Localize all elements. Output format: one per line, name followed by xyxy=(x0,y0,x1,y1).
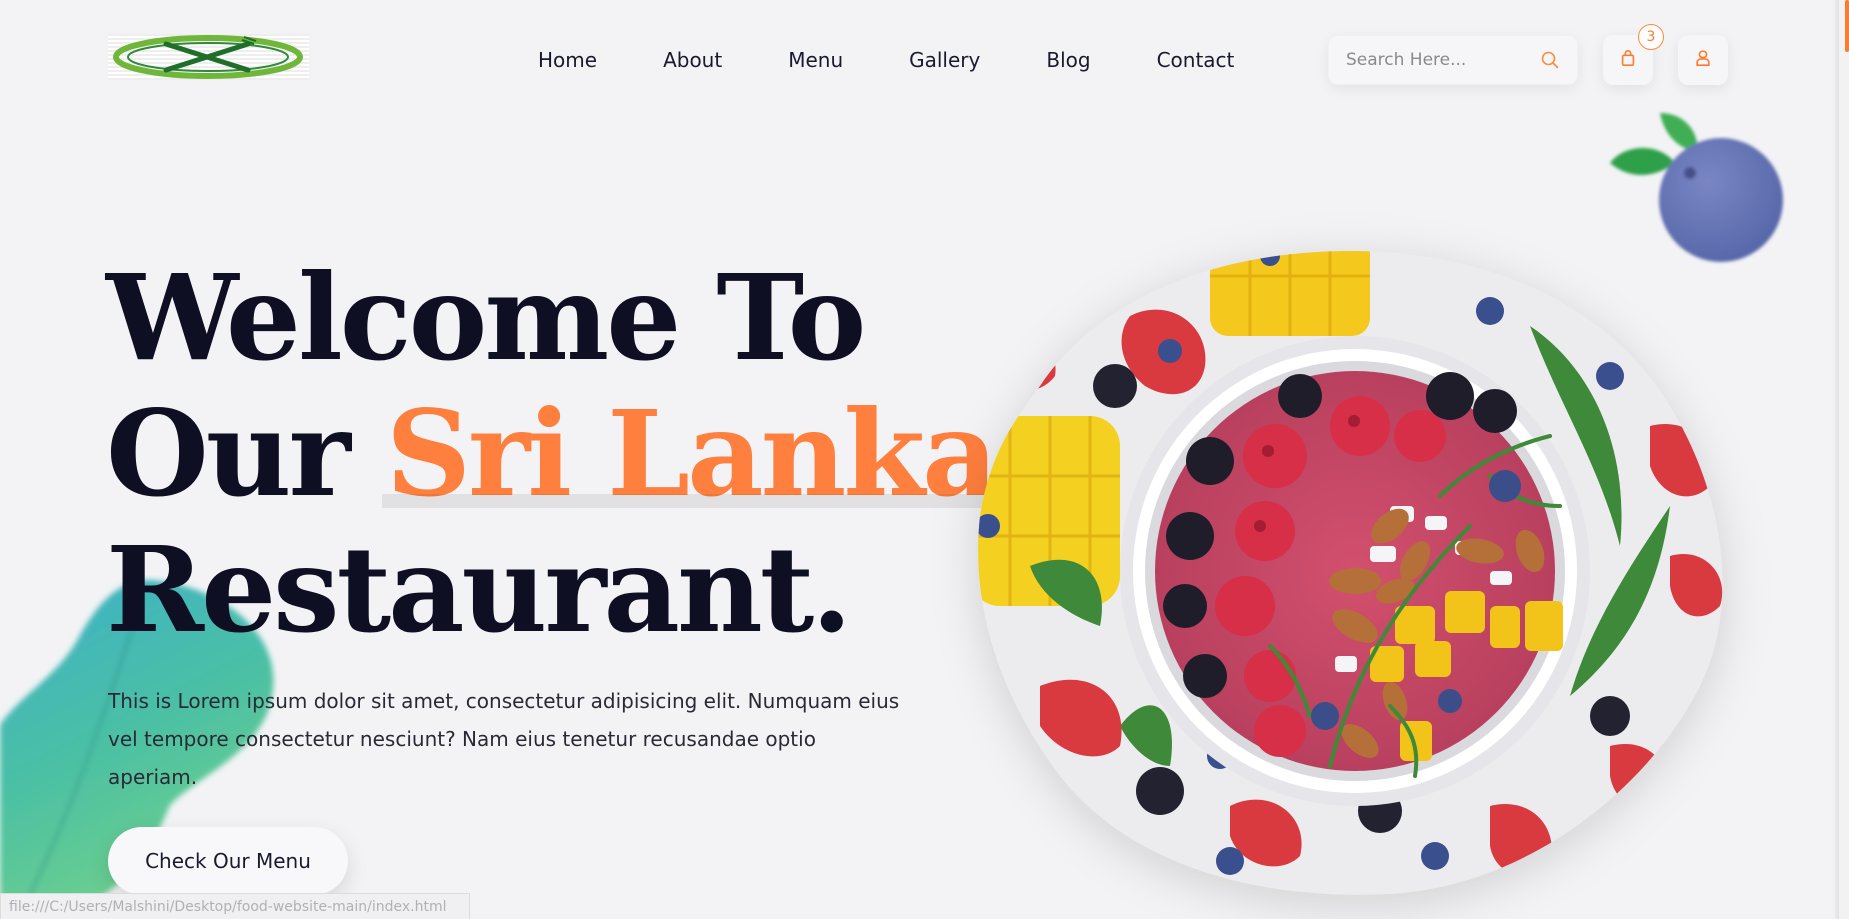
fork-knife-logo-icon xyxy=(113,35,303,79)
nav-home[interactable]: Home xyxy=(538,48,597,72)
hero-title-line-2: Our Sri Lanka xyxy=(106,386,1006,522)
hero-title-prefix: Our xyxy=(106,384,351,523)
nav-contact[interactable]: Contact xyxy=(1157,48,1235,72)
search-box xyxy=(1328,35,1578,85)
search-icon[interactable] xyxy=(1540,50,1560,70)
scrollbar-track[interactable] xyxy=(1839,0,1849,919)
nav-blog[interactable]: Blog xyxy=(1046,48,1090,72)
hero-food-image xyxy=(970,246,1730,896)
blueberry-decoration-icon xyxy=(1605,108,1790,268)
user-button[interactable] xyxy=(1678,35,1728,85)
shopping-bag-icon xyxy=(1619,49,1637,71)
check-menu-button[interactable]: Check Our Menu xyxy=(108,827,348,895)
hero-description: This is Lorem ipsum dolor sit amet, cons… xyxy=(108,689,900,789)
user-icon xyxy=(1694,49,1712,71)
nav-gallery[interactable]: Gallery xyxy=(909,48,980,72)
hero-title-line-1: Welcome To xyxy=(106,248,866,387)
search-input[interactable] xyxy=(1346,50,1526,70)
nav-about[interactable]: About xyxy=(663,48,722,72)
smoothie-bowl-illustration-icon xyxy=(978,251,1723,895)
hero-title-line-3: Restaurant. xyxy=(106,520,852,659)
hero-title: Welcome To Our Sri Lanka Restaurant. xyxy=(106,250,1006,658)
main-nav: Home About Menu Gallery Blog Contact xyxy=(538,44,1234,76)
cart-count-badge: 3 xyxy=(1638,24,1664,50)
nav-menu[interactable]: Menu xyxy=(788,48,843,72)
status-bar-url: file:///C:/Users/Malshini/Desktop/food-w… xyxy=(0,893,470,919)
scrollbar-thumb[interactable] xyxy=(1845,0,1849,52)
site-logo[interactable] xyxy=(108,34,309,80)
hero-title-accent: Sri Lanka xyxy=(381,384,999,523)
